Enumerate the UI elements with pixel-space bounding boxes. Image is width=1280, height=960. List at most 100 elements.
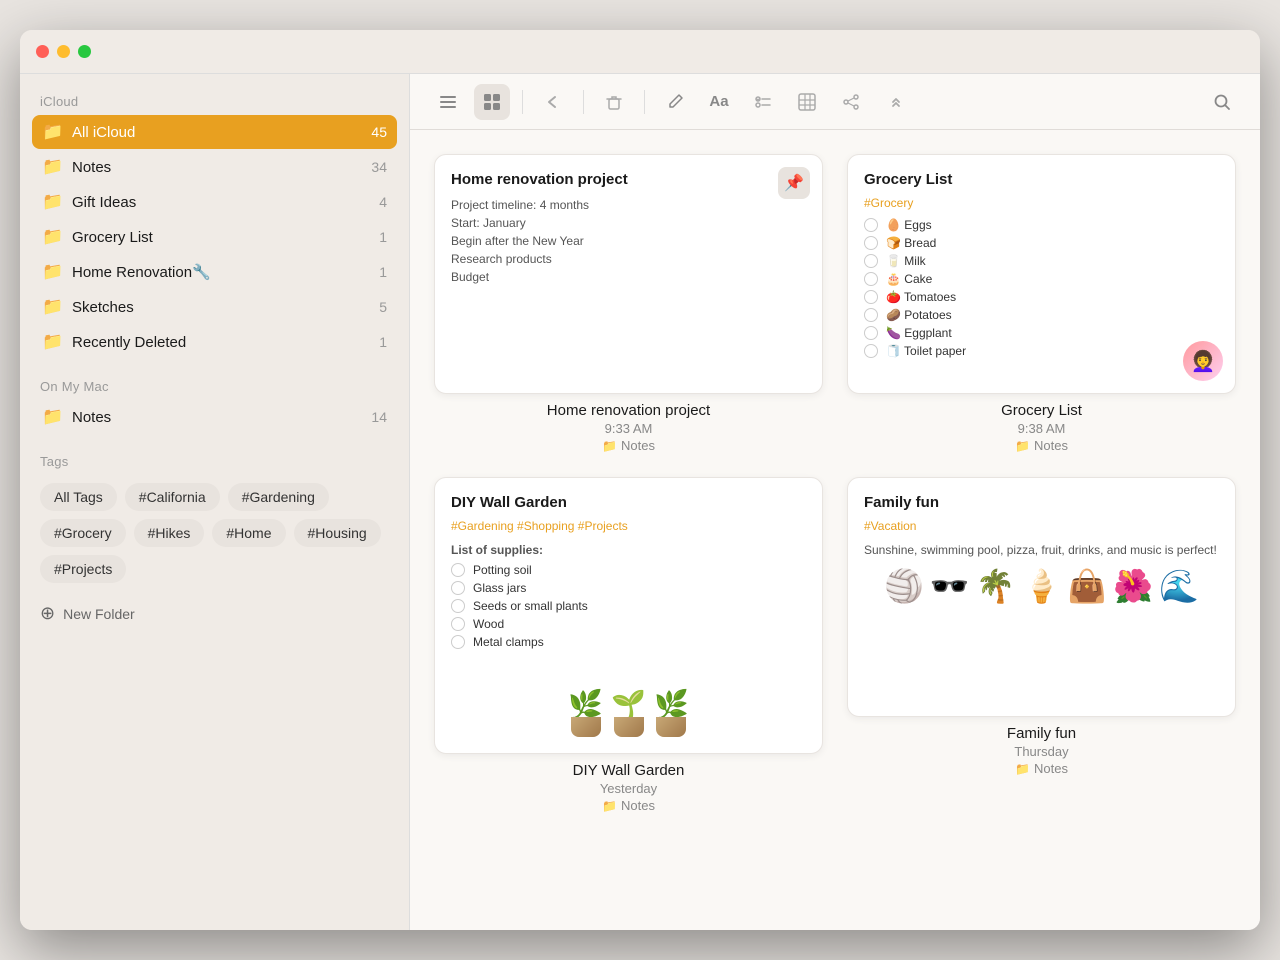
note-folder: 📁 Notes (602, 438, 655, 453)
note-card-diy-wall-garden[interactable]: DIY Wall Garden #Gardening #Shopping #Pr… (434, 477, 823, 813)
sidebar-item-name: Home Renovation🔧 (72, 263, 369, 281)
note-content: Project timeline: 4 months Start: Januar… (451, 196, 806, 286)
notes-grid: Home renovation project 📌 Project timeli… (410, 130, 1260, 930)
sidebar-item-all-icloud[interactable]: 📁 All iCloud 45 (32, 115, 397, 149)
checklist-item: Seeds or small plants (451, 599, 806, 613)
folder-icon: 📁 (42, 297, 62, 317)
table-button[interactable] (789, 84, 825, 120)
main-layout: iCloud 📁 All iCloud 45 📁 Notes 34 📁 Gift… (20, 74, 1260, 930)
note-title: Family fun (864, 494, 1219, 511)
plus-circle-icon: ⊕ (40, 603, 55, 624)
note-title: DIY Wall Garden (451, 494, 806, 511)
sidebar-item-home-renovation[interactable]: 📁 Home Renovation🔧 1 (32, 255, 397, 289)
note-folder: 📁 Notes (602, 798, 655, 813)
sidebar-item-name: Notes (72, 159, 361, 176)
note-card-grocery-list[interactable]: Grocery List #Grocery 🥚 Eggs 🍞 Bread 🥛 M… (847, 154, 1236, 453)
checklist-item: 🍞 Bread (864, 236, 1219, 250)
folder-icon: 📁 (1015, 762, 1030, 776)
search-button[interactable] (1204, 84, 1240, 120)
sidebar-item-count: 4 (379, 194, 387, 210)
pin-button[interactable]: 📌 (778, 167, 810, 199)
close-button[interactable] (36, 45, 49, 58)
folder-icon: 📁 (42, 122, 62, 142)
note-content: Sunshine, swimming pool, pizza, fruit, d… (864, 541, 1219, 559)
minimize-button[interactable] (57, 45, 70, 58)
sidebar-item-count: 5 (379, 299, 387, 315)
tag-housing[interactable]: #Housing (294, 519, 381, 547)
note-time: 9:33 AM (605, 421, 653, 436)
folder-icon: 📁 (602, 439, 617, 453)
folder-icon: 📁 (42, 192, 62, 212)
checklist-item: Wood (451, 617, 806, 631)
folder-name: Notes (621, 798, 655, 813)
note-title: Home renovation project (451, 171, 806, 188)
checklist-item: 🍆 Eggplant (864, 326, 1219, 340)
sidebar-item-name: Notes (72, 409, 361, 426)
note-card-name: Grocery List (1001, 402, 1082, 419)
note-card-name: DIY Wall Garden (573, 762, 685, 779)
delete-button[interactable] (596, 84, 632, 120)
share-button[interactable] (833, 84, 869, 120)
sidebar-item-grocery-list[interactable]: 📁 Grocery List 1 (32, 220, 397, 254)
note-card-preview: Family fun #Vacation Sunshine, swimming … (847, 477, 1236, 717)
title-bar (20, 30, 1260, 74)
sidebar-item-recently-deleted[interactable]: 📁 Recently Deleted 1 (32, 325, 397, 359)
list-view-button[interactable] (430, 84, 466, 120)
sidebar-item-count: 34 (371, 159, 387, 175)
sticker: 🌺 (1113, 567, 1153, 605)
folder-icon: 📁 (42, 157, 62, 177)
sidebar-item-notes[interactable]: 📁 Notes 34 (32, 150, 397, 184)
checklist-button[interactable] (745, 84, 781, 120)
note-card-family-fun[interactable]: Family fun #Vacation Sunshine, swimming … (847, 477, 1236, 813)
note-card-name: Family fun (1007, 725, 1076, 742)
sidebar-item-sketches[interactable]: 📁 Sketches 5 (32, 290, 397, 324)
tag-grocery[interactable]: #Grocery (40, 519, 126, 547)
sidebar-item-count: 14 (371, 409, 387, 425)
note-meta: Grocery List 9:38 AM 📁 Notes (847, 402, 1236, 453)
note-folder: 📁 Notes (1015, 438, 1068, 453)
sidebar-item-gift-ideas[interactable]: 📁 Gift Ideas 4 (32, 185, 397, 219)
tag-gardening[interactable]: #Gardening (228, 483, 329, 511)
sticker: 🍦 (1022, 567, 1062, 605)
stickers-area: 🏐 🕶️ 🌴 🍦 👜 🌺 🌊 (864, 567, 1219, 605)
app-window: iCloud 📁 All iCloud 45 📁 Notes 34 📁 Gift… (20, 30, 1260, 930)
new-folder-button[interactable]: ⊕ New Folder (32, 595, 397, 632)
checklist-item: 🧻 Toilet paper (864, 344, 1219, 358)
icloud-section-label: iCloud (32, 90, 397, 115)
compose-button[interactable] (657, 84, 693, 120)
note-time: 9:38 AM (1018, 421, 1066, 436)
folder-icon: 📁 (42, 332, 62, 352)
note-card-preview: Home renovation project 📌 Project timeli… (434, 154, 823, 394)
maximize-button[interactable] (78, 45, 91, 58)
new-folder-label: New Folder (63, 606, 135, 622)
checklist-item: Glass jars (451, 581, 806, 595)
tag-home[interactable]: #Home (212, 519, 285, 547)
font-button[interactable]: Aa (701, 84, 737, 120)
note-card-name: Home renovation project (547, 402, 710, 419)
sidebar: iCloud 📁 All iCloud 45 📁 Notes 34 📁 Gift… (20, 74, 410, 930)
checklist-item: 🎂 Cake (864, 272, 1219, 286)
sidebar-item-notes-mac[interactable]: 📁 Notes 14 (32, 400, 397, 434)
note-card-home-renovation[interactable]: Home renovation project 📌 Project timeli… (434, 154, 823, 453)
note-card-preview: DIY Wall Garden #Gardening #Shopping #Pr… (434, 477, 823, 754)
tag-all-tags[interactable]: All Tags (40, 483, 117, 511)
note-meta: Family fun Thursday 📁 Notes (847, 725, 1236, 776)
back-button[interactable] (535, 84, 571, 120)
grid-view-button[interactable] (474, 84, 510, 120)
tag-hikes[interactable]: #Hikes (134, 519, 205, 547)
note-title: Grocery List (864, 171, 1219, 188)
note-tag: #Grocery (864, 196, 1219, 210)
note-folder: 📁 Notes (1015, 761, 1068, 776)
garden-image: 🌿 🌱 🌿 (451, 657, 806, 737)
tag-california[interactable]: #California (125, 483, 220, 511)
checklist-item: 🍅 Tomatoes (864, 290, 1219, 304)
sidebar-item-count: 1 (379, 264, 387, 280)
tags-grid: All Tags #California #Gardening #Grocery… (32, 475, 397, 591)
checklist-item: 🥚 Eggs (864, 218, 1219, 232)
more-button[interactable] (877, 84, 913, 120)
folder-icon: 📁 (42, 407, 62, 427)
tag-projects[interactable]: #Projects (40, 555, 126, 583)
folder-name: Notes (621, 438, 655, 453)
on-my-mac-section-label: On My Mac (32, 375, 397, 400)
folder-icon: 📁 (602, 799, 617, 813)
